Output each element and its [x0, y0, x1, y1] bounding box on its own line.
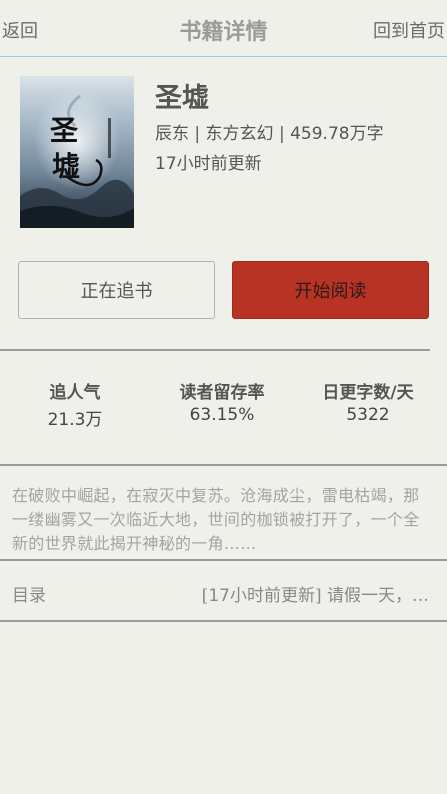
word-count: 459.78: [290, 124, 350, 144]
author-name[interactable]: 辰东: [155, 124, 189, 144]
updated-number: 17: [155, 154, 177, 174]
divider: [0, 559, 447, 561]
stat-value: 5322: [346, 405, 390, 425]
stat-value: 63.15%: [189, 405, 255, 425]
divider: [0, 464, 447, 466]
stat-label: 追人气: [49, 383, 101, 403]
book-description[interactable]: 在破败中崛起，在寂灭中复苏。沧海成尘，雷电枯竭，那一缕幽雾又一次临近大地，世间的…: [12, 484, 432, 556]
word-unit: 万字: [349, 124, 384, 144]
updated-text: 小时前更新: [176, 154, 262, 174]
stat-value: 21.3万: [47, 410, 103, 430]
svg-text:圣: 圣: [50, 114, 79, 147]
stat-retention: 读者留存率 63.15%: [147, 378, 297, 425]
book-meta: 辰东 | 东方玄幻 | 459.78万字: [155, 124, 384, 144]
follow-book-button[interactable]: 正在追书: [18, 261, 215, 319]
book-title: 圣墟: [155, 83, 209, 114]
stat-popularity: 追人气 21.3万: [0, 378, 150, 430]
stat-daily-words: 日更字数/天 5322: [293, 378, 443, 425]
table-of-contents-link[interactable]: 目录: [12, 581, 46, 606]
start-reading-button[interactable]: 开始阅读: [232, 261, 429, 319]
stat-label: 读者留存率: [179, 383, 265, 403]
svg-text:墟: 墟: [52, 150, 80, 183]
top-nav-bar: 返回 书籍详情 回到首页: [0, 0, 447, 57]
last-updated: 17小时前更新: [155, 149, 262, 174]
book-category: 东方玄幻: [205, 124, 274, 144]
divider: [0, 620, 447, 622]
home-button[interactable]: 回到首页: [373, 17, 445, 43]
latest-chapter-link[interactable]: [17小时前更新] 请假一天，…: [202, 581, 429, 606]
divider: [0, 349, 430, 351]
book-cover-image: 圣 墟: [20, 76, 134, 228]
stat-label: 日更字数/天: [322, 383, 414, 403]
